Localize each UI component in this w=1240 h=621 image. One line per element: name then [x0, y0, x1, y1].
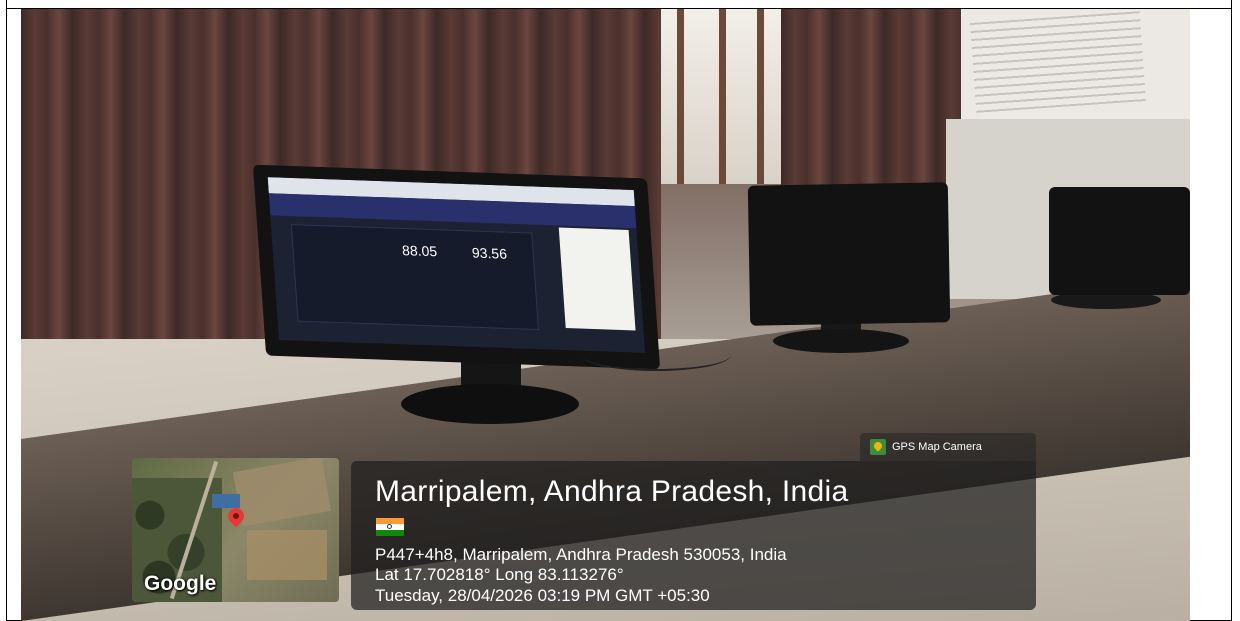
speedtest-panel	[290, 224, 539, 331]
map-building	[212, 494, 240, 508]
map-field	[247, 530, 327, 580]
speedtest-screen: 88.05 93.56	[267, 177, 646, 353]
cable	[581, 339, 731, 371]
monitor-third	[1049, 187, 1190, 295]
location-title: Marripalem, Andhra Pradesh, India	[375, 475, 849, 508]
upload-value: 93.56	[471, 244, 508, 262]
ad-panel	[558, 227, 636, 331]
download-value: 88.05	[401, 242, 438, 260]
gps-map-camera-icon	[870, 439, 886, 455]
gps-info-panel: Marripalem, Andhra Pradesh, India P447+4…	[351, 461, 1036, 610]
gps-brand-label: GPS Map Camera	[892, 441, 982, 453]
datetime-text: Tuesday, 28/04/2026 03:19 PM GMT +05:30	[375, 586, 710, 605]
monitor-stand	[401, 384, 579, 424]
monitor-second	[747, 182, 951, 326]
map-attribution: Google	[144, 572, 217, 595]
india-flag-icon	[376, 518, 404, 536]
curtain-right	[781, 9, 961, 209]
address-text: P447+4h8, Marripalem, Andhra Pradesh 530…	[375, 545, 787, 564]
window-bar	[677, 9, 684, 184]
window-bar	[757, 9, 764, 184]
monitor-stand	[773, 329, 909, 353]
gps-brand-tag: GPS Map Camera	[860, 433, 1036, 461]
map-field	[232, 458, 332, 527]
coordinates-text: Lat 17.702818° Long 83.113276°	[375, 565, 624, 584]
monitor-main: 88.05 93.56	[252, 164, 661, 370]
window	[657, 9, 787, 184]
notice-board	[961, 9, 1190, 119]
window-bar	[719, 9, 726, 184]
map-thumbnail: Google	[132, 458, 339, 602]
